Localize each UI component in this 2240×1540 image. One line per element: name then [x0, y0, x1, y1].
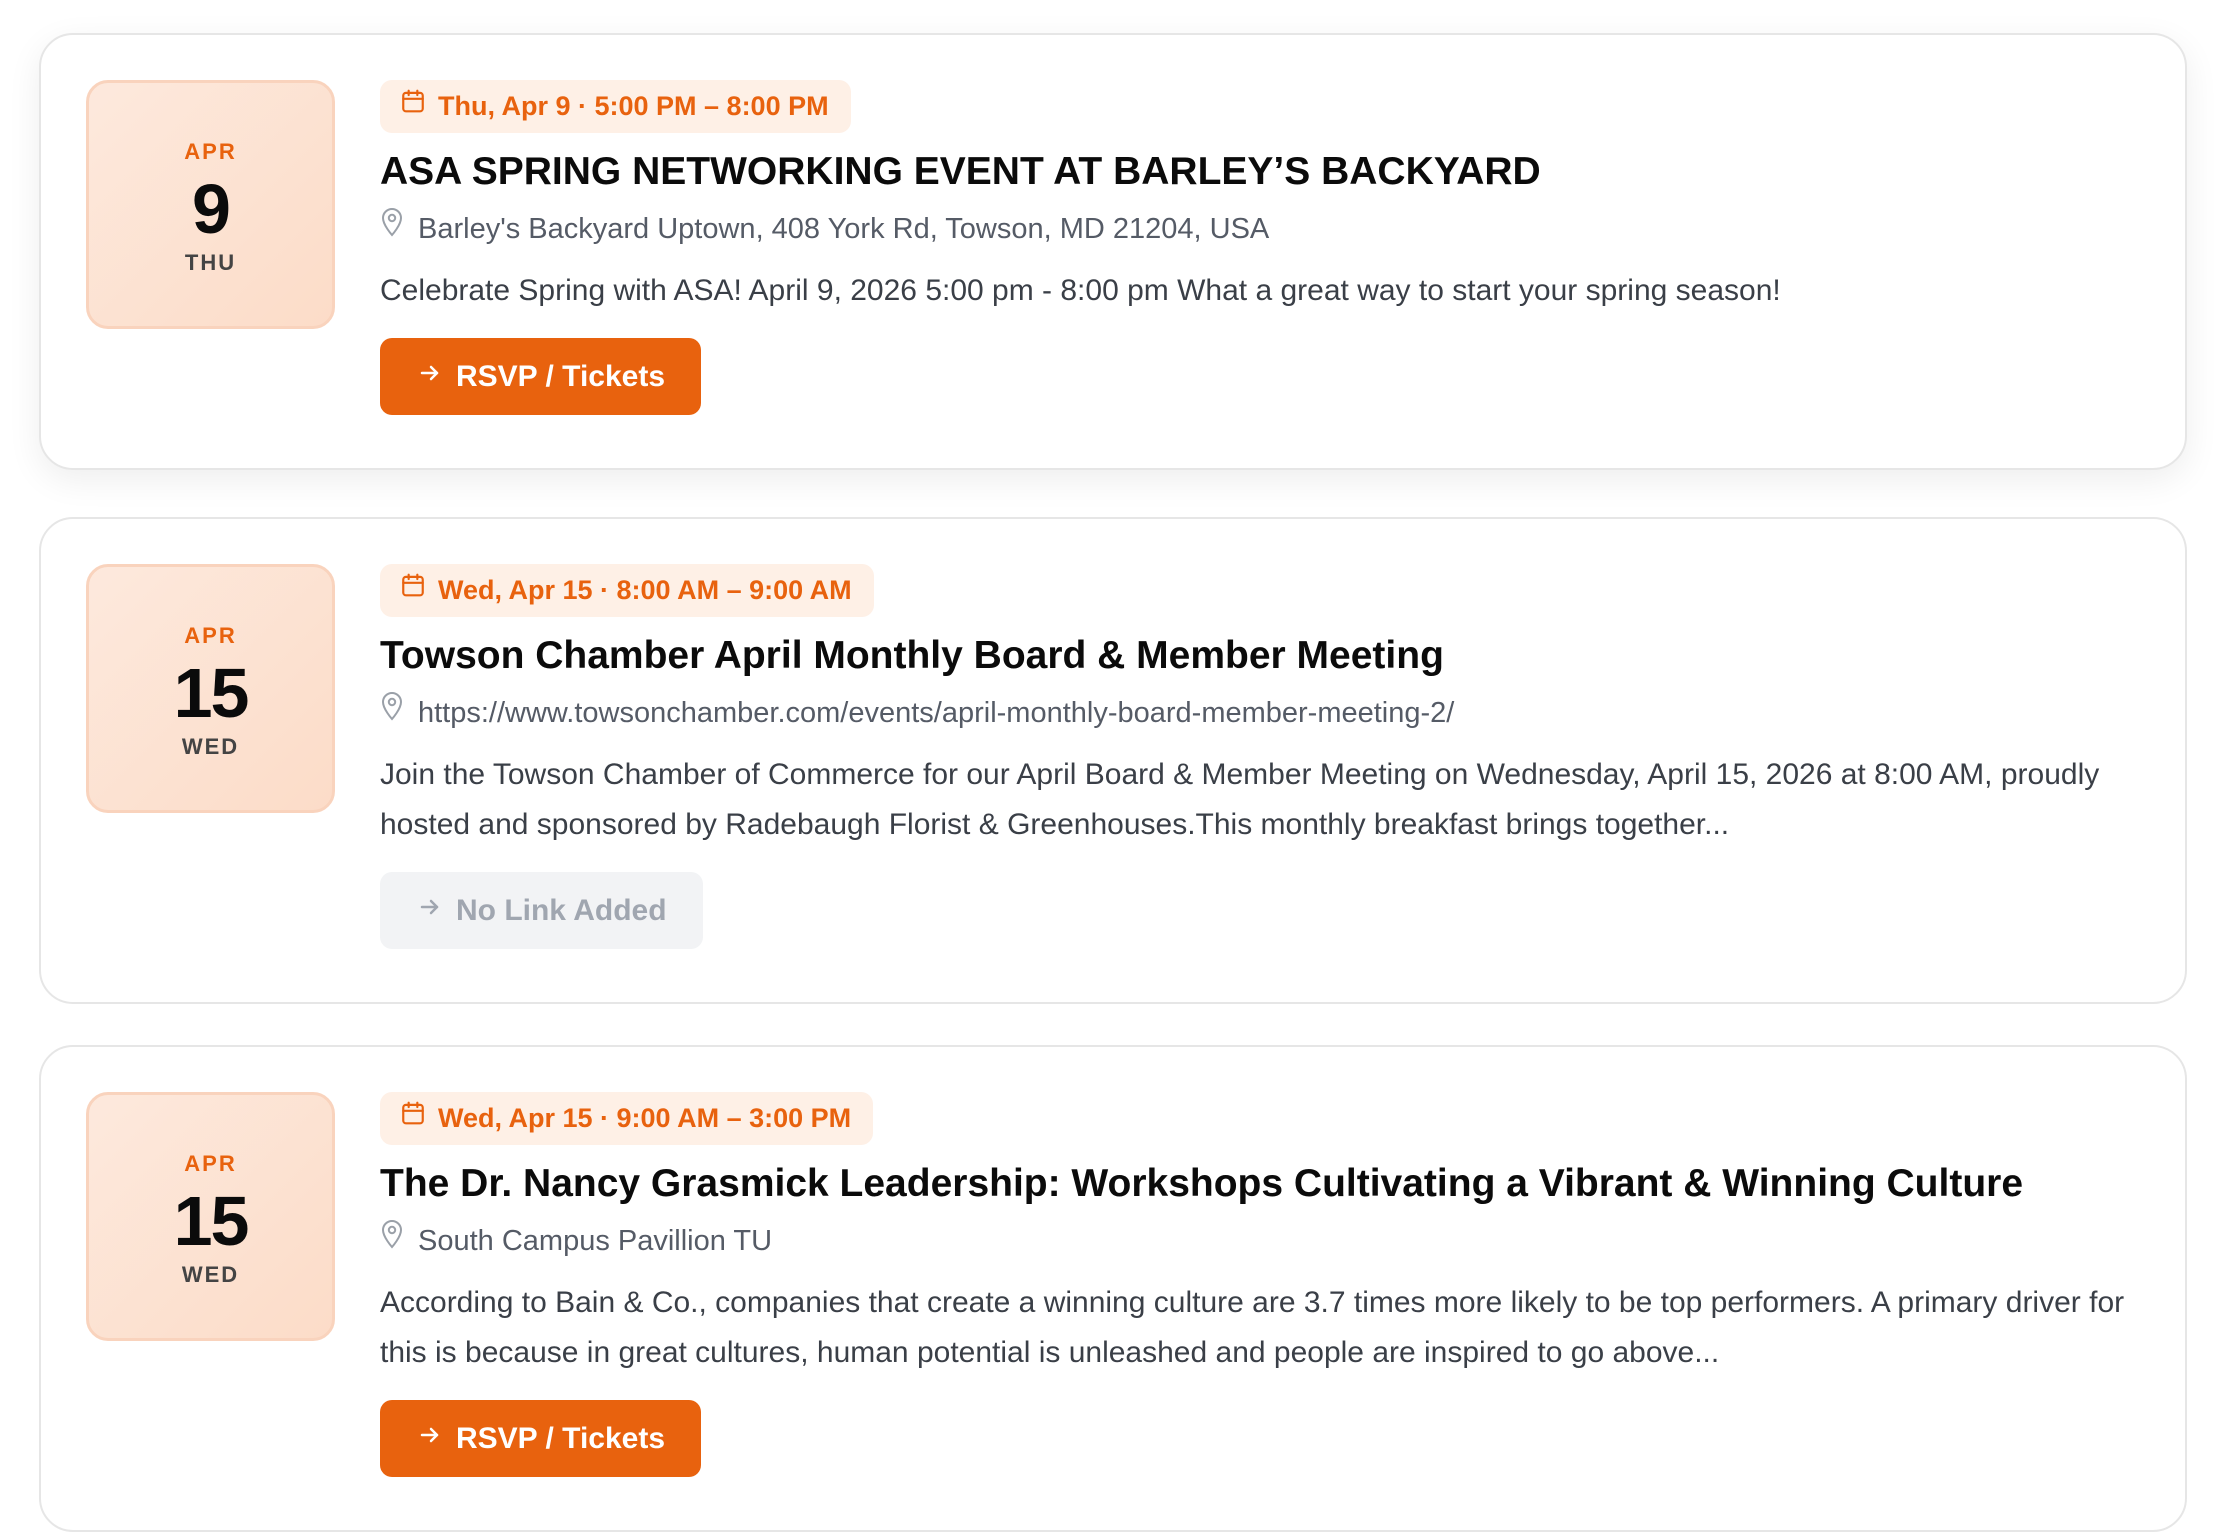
event-time: Thu, Apr 9 · 5:00 PM – 8:00 PM [438, 91, 829, 121]
date-weekday: WED [181, 1262, 240, 1287]
date-box: APR 9 THU [86, 80, 335, 329]
date-month: APR [184, 623, 237, 648]
event-description: According to Bain & Co., companies that … [380, 1286, 2125, 1369]
rsvp-tickets-button[interactable]: RSVP / Tickets [380, 337, 702, 415]
arrow-right-icon [418, 871, 442, 948]
arrow-right-icon [418, 337, 442, 414]
date-month: APR [184, 1151, 237, 1176]
event-location: https://www.towsonchamber.com/events/apr… [380, 691, 2145, 733]
event-time: Wed, Apr 15 · 8:00 AM – 9:00 AM [438, 575, 852, 605]
date-box: APR 15 WED [86, 1092, 335, 1341]
event-location: Barley's Backyard Uptown, 408 York Rd, T… [380, 207, 2145, 249]
button-label: RSVP / Tickets [456, 360, 666, 393]
event-content: Wed, Apr 15 · 9:00 AM – 3:00 PM The Dr. … [380, 1092, 2145, 1477]
event-card: APR 15 WED Wed, Apr 15 · 9:00 AM – 3:00 … [39, 1045, 2187, 1532]
event-content: Wed, Apr 15 · 8:00 AM – 9:00 AM Towson C… [380, 564, 2145, 949]
calendar-icon [400, 1091, 426, 1144]
date-weekday: THU [184, 250, 237, 275]
map-pin-icon [380, 691, 404, 732]
event-title[interactable]: The Dr. Nancy Grasmick Leadership: Works… [380, 1157, 2145, 1211]
event-title[interactable]: Towson Chamber April Monthly Board & Mem… [380, 629, 2145, 683]
event-time: Wed, Apr 15 · 9:00 AM – 3:00 PM [438, 1103, 852, 1133]
date-weekday: WED [181, 734, 240, 759]
event-location-text: South Campus Pavillion TU [418, 1225, 773, 1257]
map-pin-icon [380, 1219, 404, 1260]
event-time-badge: Wed, Apr 15 · 8:00 AM – 9:00 AM [380, 564, 874, 617]
event-location: South Campus Pavillion TU [380, 1219, 2145, 1261]
button-label: RSVP / Tickets [456, 1422, 666, 1455]
calendar-icon [400, 563, 426, 616]
date-day: 15 [173, 654, 250, 732]
event-card: APR 15 WED Wed, Apr 15 · 8:00 AM – 9:00 … [39, 517, 2187, 1004]
event-card: APR 9 THU Thu, Apr 9 · 5:00 PM – 8:00 PM… [39, 33, 2187, 470]
event-location-text: Barley's Backyard Uptown, 408 York Rd, T… [418, 213, 1270, 245]
event-description: Celebrate Spring with ASA! April 9, 2026… [380, 274, 1781, 307]
event-location-text: https://www.towsonchamber.com/events/apr… [418, 697, 1455, 729]
rsvp-tickets-button[interactable]: RSVP / Tickets [380, 1399, 702, 1477]
date-day: 9 [192, 170, 231, 248]
button-label: No Link Added [456, 894, 667, 927]
event-time-badge: Thu, Apr 9 · 5:00 PM – 8:00 PM [380, 80, 851, 133]
date-box: APR 15 WED [86, 564, 335, 813]
calendar-icon [400, 79, 426, 132]
map-pin-icon [380, 207, 404, 248]
event-list: APR 9 THU Thu, Apr 9 · 5:00 PM – 8:00 PM… [0, 0, 2240, 1540]
event-title[interactable]: ASA SPRING NETWORKING EVENT AT BARLEY’S … [380, 145, 2145, 199]
event-description: Join the Towson Chamber of Commerce for … [380, 758, 2100, 841]
date-day: 15 [173, 1182, 250, 1260]
event-content: Thu, Apr 9 · 5:00 PM – 8:00 PM ASA SPRIN… [380, 80, 2145, 415]
event-time-badge: Wed, Apr 15 · 9:00 AM – 3:00 PM [380, 1091, 874, 1145]
date-month: APR [184, 139, 237, 164]
arrow-right-icon [418, 1399, 442, 1476]
no-link-button[interactable]: No Link Added [380, 872, 703, 949]
